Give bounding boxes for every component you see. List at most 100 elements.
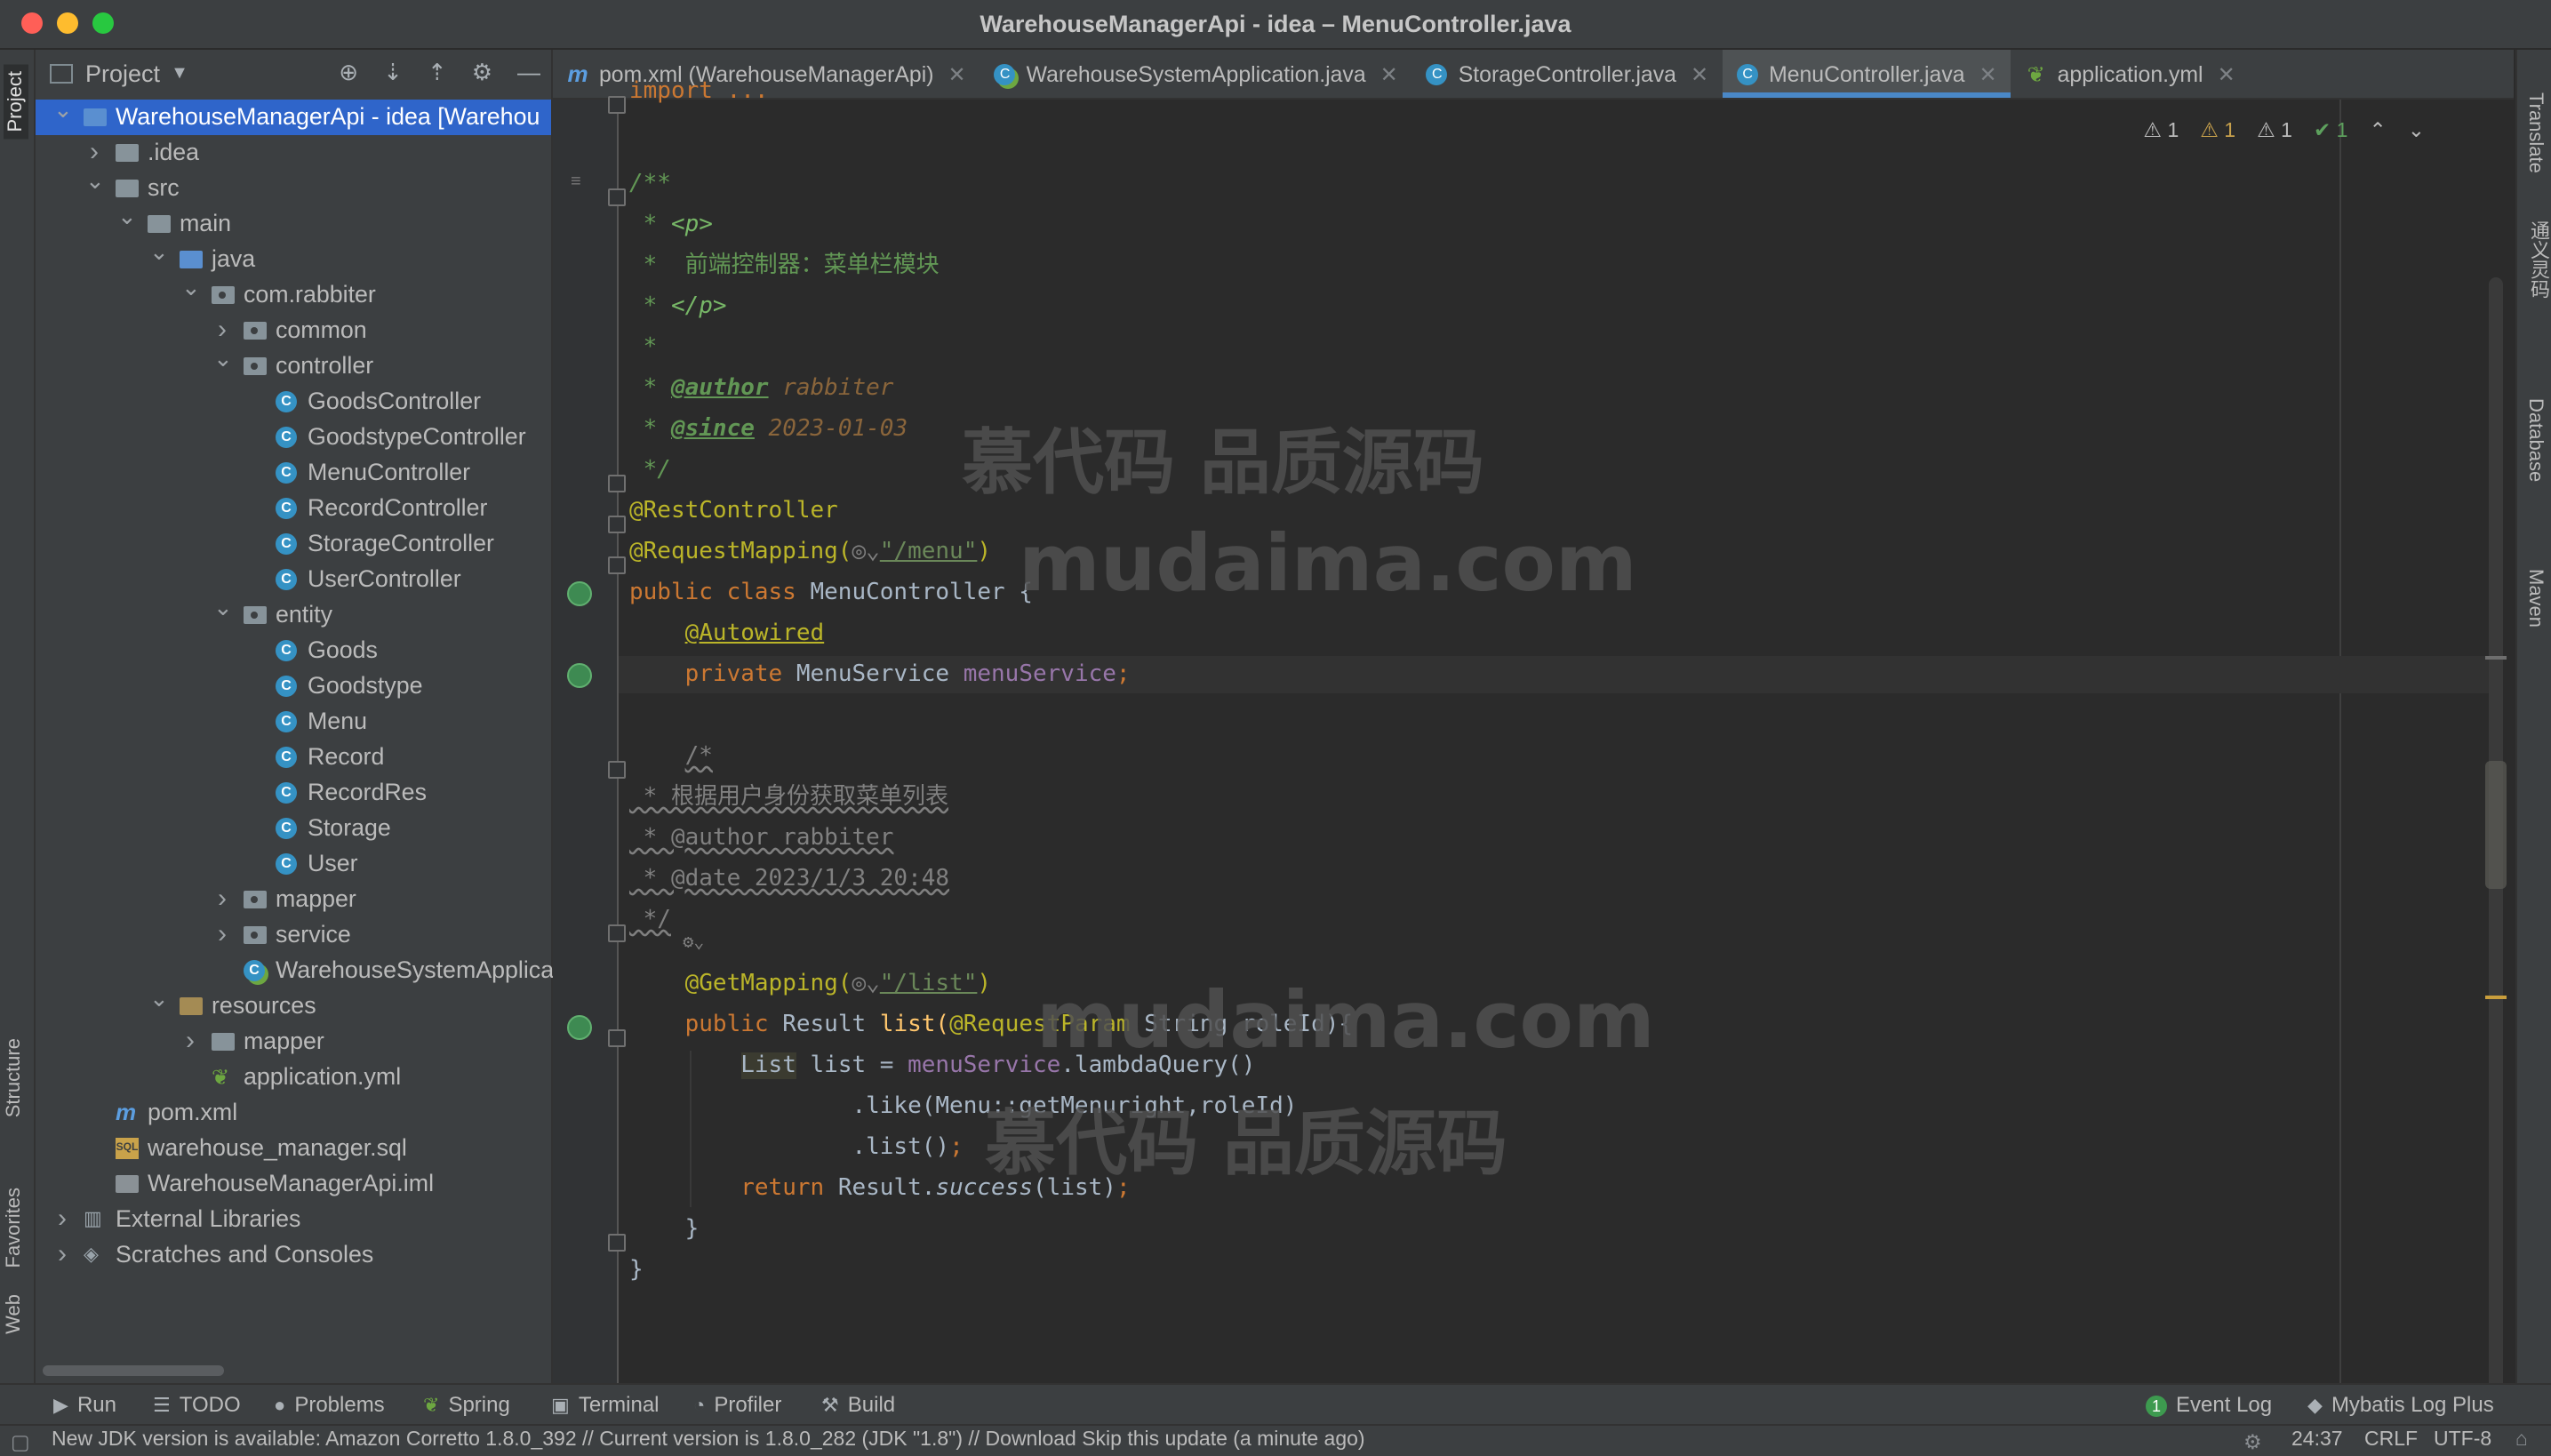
maven-tool-tab[interactable]: Maven [2524,569,2546,628]
tree-item[interactable]: C GoodstypeController [36,420,551,455]
tree-item[interactable]: › mapper [36,882,551,917]
tree-item[interactable]: C User [36,846,551,882]
tree-item[interactable]: › .idea [36,135,551,171]
chevron-down-icon[interactable]: ⌄ [85,164,105,199]
file-encoding[interactable]: UTF-8 [2434,1429,2491,1451]
fold-marker-icon[interactable] [608,475,626,492]
chevron-right-icon[interactable]: › [53,1237,71,1273]
reader-mode-icon[interactable]: ≡ [571,172,581,192]
tree-item[interactable]: ⌄ WarehouseManagerApi - idea [Warehou [36,96,551,135]
tree-item[interactable]: › mapper [36,1024,551,1060]
terminal-tool-button[interactable]: ▣ Terminal [551,1390,660,1419]
inspection-widget[interactable]: ⚠ 1 ⚠ 1 ⚠ 1 ✔ 1 ⌃ ⌄ [2143,117,2425,142]
spring-tool-button[interactable]: ❦ Spring [423,1390,510,1419]
tree-item[interactable]: C Storage [36,811,551,846]
tree-item[interactable]: › ▥ External Libraries [36,1202,551,1237]
chevron-right-icon[interactable]: › [181,1024,199,1060]
tree-item[interactable]: ⌄ java [36,238,551,277]
chevron-down-icon[interactable]: ⌄ [213,341,233,377]
tree-item[interactable]: C RecordController [36,491,551,526]
chevron-right-icon[interactable]: › [213,917,231,953]
fold-marker-icon[interactable] [608,188,626,206]
tree-item[interactable]: C Goods [36,633,551,668]
line-separator[interactable]: CRLF [2364,1429,2418,1451]
next-highlight-icon[interactable]: ⌄ [2408,117,2425,142]
ai-assist-icon[interactable]: ⚙⌄ [683,933,704,953]
tree-item[interactable]: ⌄ src [36,167,551,206]
globe-icon[interactable]: ◎⌄ [852,539,879,565]
chevron-down-icon[interactable]: ⌄ [149,981,169,1017]
fold-marker-icon[interactable] [608,96,626,114]
chevron-right-icon[interactable]: › [213,882,231,917]
favorites-tool-tab[interactable]: Favorites [4,1188,25,1268]
hide-panel-icon[interactable]: — [517,59,540,87]
run-tool-button[interactable]: ▶ Run [53,1390,116,1419]
database-tool-tab[interactable]: Database [2524,398,2546,482]
fold-marker-icon[interactable] [608,1234,626,1252]
autowired-bean-icon[interactable] [567,663,592,688]
tree-item[interactable]: ❦ application.yml [36,1060,551,1095]
translate-tool-tab[interactable]: Translate [2524,92,2546,173]
expand-all-icon[interactable]: ⇣ [383,59,403,87]
toggle-tool-windows-icon[interactable]: ▢ [11,1429,30,1454]
mybatis-log-button[interactable]: ◆ Mybatis Log Plus [2307,1390,2494,1419]
project-tool-tab[interactable]: Project [4,64,28,140]
maximize-window-button[interactable] [92,12,114,34]
status-message[interactable]: New JDK version is available: Amazon Cor… [52,1429,1365,1451]
tree-item[interactable]: C Record [36,740,551,775]
lock-icon[interactable]: ⌂ [2515,1429,2528,1451]
problems-tool-button[interactable]: ● Problems [274,1390,385,1419]
tongyi-tool-tab[interactable]: 通义灵码 [2524,220,2551,299]
chevron-down-icon[interactable]: ⌄ [149,235,169,270]
tree-item[interactable]: C MenuController [36,455,551,491]
tree-item[interactable]: C GoodsController [36,384,551,420]
event-log-button[interactable]: 1 Event Log [2146,1390,2272,1419]
code-editor[interactable]: ≡ ⚠ 1 ⚠ 1 ⚠ 1 ✔ 1 ⌃ ⌄ import ... /** * <… [553,78,2514,1451]
gear-icon[interactable]: ⚙ [472,59,492,87]
tree-item[interactable]: C UserController [36,562,551,597]
request-mapping-icon[interactable] [567,1015,592,1040]
structure-tool-tab[interactable]: Structure [4,1038,25,1117]
tree-item[interactable]: C Menu [36,704,551,740]
tree-item[interactable]: › ◈ Scratches and Consoles [36,1237,551,1273]
tree-item[interactable]: m pom.xml [36,1095,551,1131]
chevron-down-icon[interactable]: ⌄ [53,92,73,128]
fold-marker-icon[interactable] [608,924,626,942]
collapse-all-icon[interactable]: ⇡ [428,59,447,87]
scrollbar-thumb[interactable] [2485,761,2507,889]
spring-bean-icon[interactable] [567,581,592,606]
caret-position[interactable]: 24:37 [2291,1429,2343,1451]
tree-item[interactable]: ⌄ com.rabbiter [36,274,551,313]
tree-item[interactable]: C Goodstype [36,668,551,704]
tree-item[interactable]: SQL warehouse_manager.sql [36,1131,551,1166]
fold-marker-icon[interactable] [608,1029,626,1047]
tree-item[interactable]: › common [36,313,551,348]
locate-file-icon[interactable]: ⊕ [339,59,358,87]
fold-marker-icon[interactable] [608,556,626,574]
tree-item[interactable]: ⌄ controller [36,345,551,384]
chevron-down-icon[interactable]: ▼ [171,63,188,83]
chevron-down-icon[interactable]: ⌄ [213,590,233,626]
tree-item[interactable]: ⌄ resources [36,985,551,1024]
assistant-status-icon[interactable]: ⚙ [2243,1429,2262,1454]
tree-item[interactable]: › service [36,917,551,953]
minimize-window-button[interactable] [57,12,78,34]
web-tool-tab[interactable]: Web [4,1294,25,1334]
tree-item[interactable]: WarehouseManagerApi.iml [36,1166,551,1202]
warning-marker[interactable] [2485,996,2507,999]
tree-item[interactable]: ⌄ main [36,203,551,242]
todo-tool-button[interactable]: ☰ TODO [153,1390,241,1419]
tree-item[interactable]: C WarehouseSystemApplica [36,953,554,988]
fold-marker-icon[interactable] [608,516,626,533]
chevron-down-icon[interactable]: ⌄ [117,199,137,235]
globe-icon[interactable]: ◎⌄ [852,971,879,997]
tree-item[interactable]: C RecordRes [36,775,551,811]
tree-horizontal-scrollbar[interactable] [43,1365,224,1376]
tree-item[interactable]: ⌄ entity [36,594,551,633]
chevron-down-icon[interactable]: ⌄ [181,270,201,306]
previous-highlight-icon[interactable]: ⌃ [2369,117,2386,142]
close-window-button[interactable] [21,12,43,34]
build-tool-button[interactable]: ⚒ Build [821,1390,895,1419]
chevron-right-icon[interactable]: › [53,1202,71,1237]
tree-item[interactable]: C StorageController [36,526,551,562]
